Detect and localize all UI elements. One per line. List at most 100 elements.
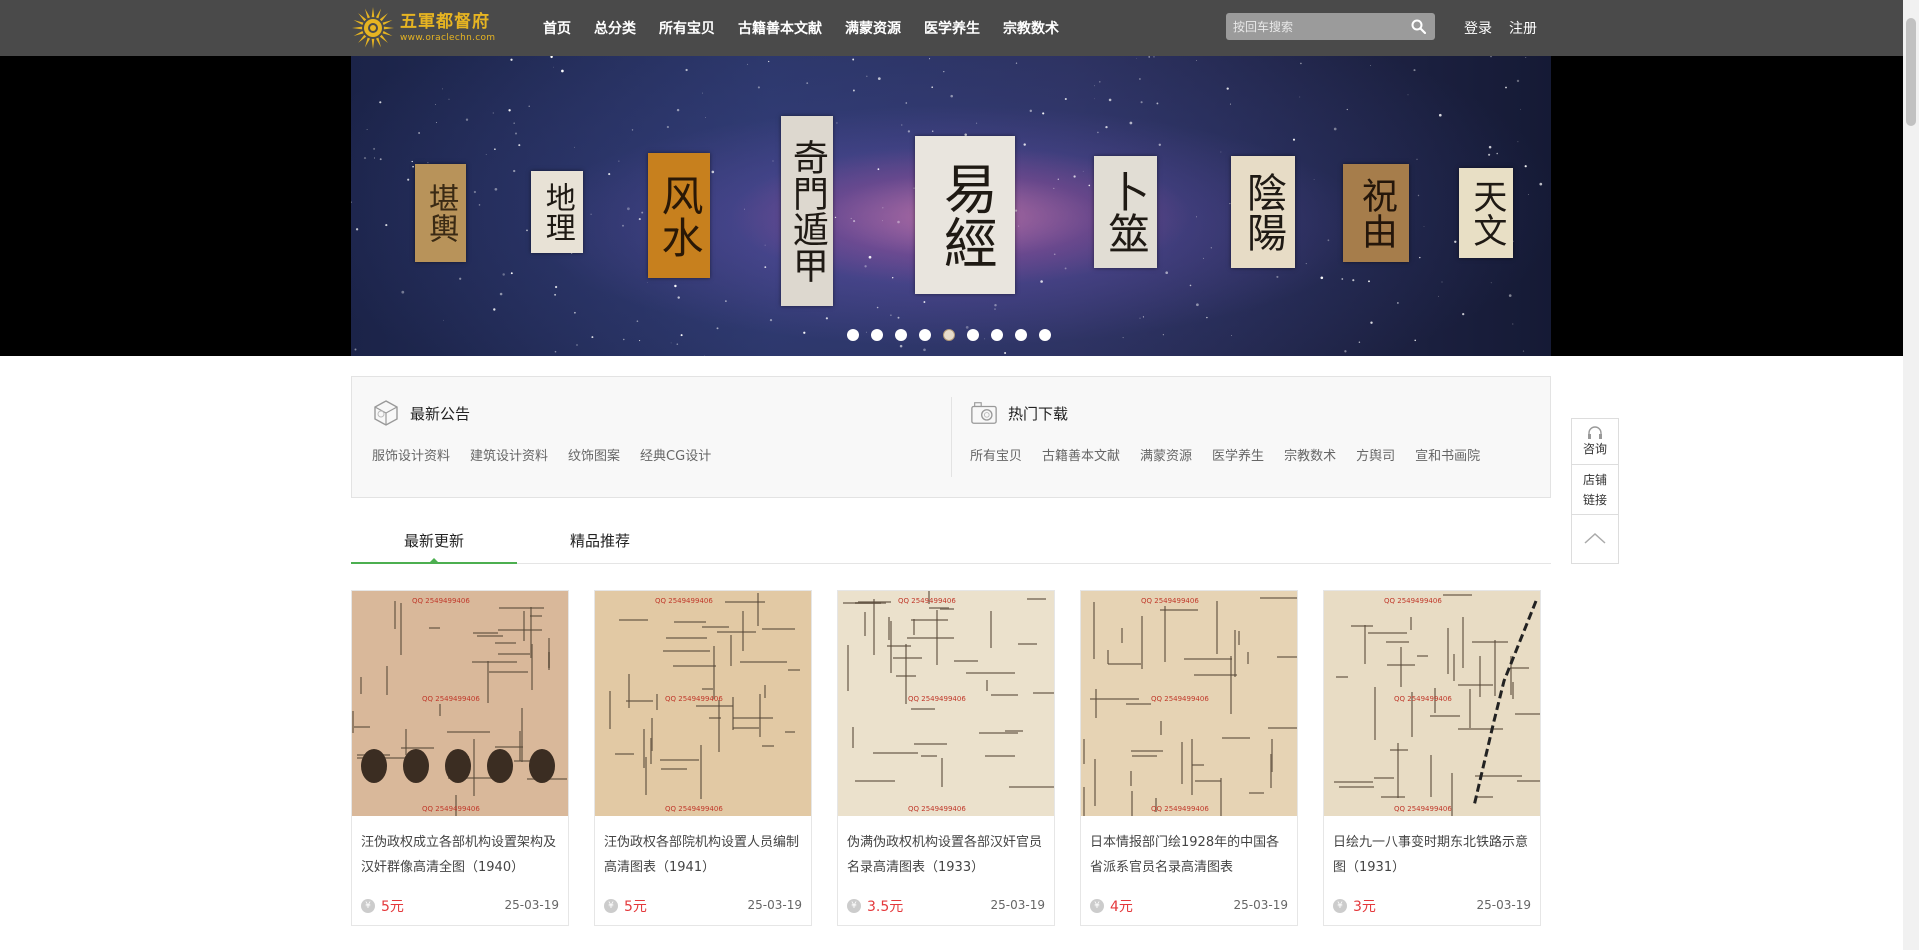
- banner-tile: 易經: [915, 136, 1015, 294]
- banner-tile: 陰陽: [1231, 156, 1295, 268]
- notice-link[interactable]: 服饰设计资料: [372, 445, 450, 464]
- banner-tile: 卜筮: [1094, 156, 1157, 268]
- watermark-text: QQ 2549499406: [665, 695, 723, 703]
- watermark-text: QQ 2549499406: [908, 805, 966, 813]
- shop-link-button[interactable]: 店铺 链接: [1572, 465, 1618, 515]
- product-card[interactable]: QQ 2549499406 QQ 2549499406 QQ 2549499406 …: [1080, 590, 1298, 926]
- nav-religion[interactable]: 宗教数术: [1003, 18, 1059, 38]
- hot-link[interactable]: 宗教数术: [1284, 445, 1336, 464]
- banner-carousel[interactable]: 堪輿 地理 风水 奇門遁甲 易經 卜筮 陰陽 祝由 天文: [351, 56, 1551, 356]
- chevron-up-icon: [1584, 532, 1606, 544]
- watermark-text: QQ 2549499406: [412, 597, 470, 605]
- nav-manchu-mongol[interactable]: 满蒙资源: [845, 18, 901, 38]
- consult-button[interactable]: 咨询: [1572, 419, 1618, 465]
- hot-link[interactable]: 医学养生: [1212, 445, 1264, 464]
- carousel-dot[interactable]: [943, 329, 955, 341]
- product-price: 4元: [1110, 899, 1133, 915]
- notice-link[interactable]: 经典CG设计: [640, 445, 711, 464]
- watermark-text: QQ 2549499406: [898, 597, 956, 605]
- product-title[interactable]: 日绘九一八事变时期东北铁路示意图（1931）: [1333, 830, 1533, 880]
- product-card[interactable]: QQ 2549499406 QQ 2549499406 QQ 2549499406 …: [1323, 590, 1541, 926]
- tab-featured[interactable]: 精品推荐: [517, 526, 683, 564]
- banner-tile: 祝由: [1343, 164, 1409, 262]
- product-thumbnail[interactable]: QQ 2549499406 QQ 2549499406 QQ 2549499406: [352, 591, 568, 816]
- site-logo[interactable]: 五軍都督府 www.oraclechn.com: [350, 4, 510, 52]
- cube-icon: [374, 400, 398, 426]
- product-price: 5元: [381, 899, 404, 915]
- notice-link[interactable]: 纹饰图案: [568, 445, 620, 464]
- product-card[interactable]: QQ 2549499406 QQ 2549499406 QQ 2549499406 …: [351, 590, 569, 926]
- hot-link[interactable]: 方舆司: [1356, 445, 1395, 464]
- carousel-dot[interactable]: [919, 329, 931, 341]
- nav-medicine[interactable]: 医学养生: [924, 18, 980, 38]
- sun-logo-icon: [352, 7, 394, 49]
- scrollbar-thumb[interactable]: [1906, 18, 1916, 126]
- product-title[interactable]: 日本情报部门绘1928年的中国各省派系官员名录高清图表: [1090, 830, 1290, 880]
- product-thumbnail[interactable]: QQ 2549499406 QQ 2549499406 QQ 2549499406: [1081, 591, 1297, 816]
- carousel-dot[interactable]: [871, 329, 883, 341]
- product-date: 25-03-19: [747, 898, 802, 912]
- product-grid: QQ 2549499406 QQ 2549499406 QQ 2549499406 …: [351, 590, 1551, 930]
- notice-panel: 最新公告 服饰设计资料 建筑设计资料 纹饰图案 经典CG设计 热门下载 所有宝贝…: [351, 376, 1551, 498]
- hot-link[interactable]: 宣和书画院: [1415, 445, 1480, 464]
- product-title[interactable]: 汪伪政权成立各部机构设置架构及汉奸群像高清全图（1940）: [361, 830, 561, 880]
- document-scan-image: QQ 2549499406 QQ 2549499406 QQ 2549499406: [1081, 591, 1297, 816]
- watermark-text: QQ 2549499406: [908, 695, 966, 703]
- document-scan-image: QQ 2549499406 QQ 2549499406 QQ 2549499406: [1324, 591, 1540, 816]
- tab-latest-updates[interactable]: 最新更新: [351, 526, 517, 564]
- carousel-dot[interactable]: [991, 329, 1003, 341]
- register-link[interactable]: 注册: [1509, 18, 1537, 38]
- product-card[interactable]: QQ 2549499406 QQ 2549499406 QQ 2549499406 …: [837, 590, 1055, 926]
- hot-link[interactable]: 所有宝贝: [970, 445, 1022, 464]
- watermark-text: QQ 2549499406: [1141, 597, 1199, 605]
- product-date: 25-03-19: [990, 898, 1045, 912]
- camera-icon: [971, 402, 997, 424]
- document-scan-image: QQ 2549499406 QQ 2549499406 QQ 2549499406: [352, 591, 568, 816]
- nav-ancient-books[interactable]: 古籍善本文献: [738, 18, 822, 38]
- search-input[interactable]: [1226, 13, 1401, 40]
- carousel-dot[interactable]: [895, 329, 907, 341]
- page-scrollbar[interactable]: [1903, 0, 1919, 950]
- carousel-dot[interactable]: [1039, 329, 1051, 341]
- product-card[interactable]: QQ 2549499406 QQ 2549499406 QQ 2549499406 …: [594, 590, 812, 926]
- banner-tile: 奇門遁甲: [781, 116, 833, 306]
- product-title[interactable]: 汪伪政权各部院机构设置人员编制高清图表（1941）: [604, 830, 804, 880]
- watermark-text: QQ 2549499406: [1384, 597, 1442, 605]
- carousel-dot[interactable]: [847, 329, 859, 341]
- search-box: [1226, 13, 1435, 40]
- logo-title: 五軍都督府: [400, 12, 490, 32]
- login-link[interactable]: 登录: [1464, 18, 1492, 38]
- banner-tile: 地理: [531, 171, 583, 253]
- yen-icon: ¥: [847, 899, 861, 913]
- hot-link[interactable]: 满蒙资源: [1140, 445, 1192, 464]
- watermark-text: QQ 2549499406: [1151, 695, 1209, 703]
- banner-tile: 堪輿: [415, 164, 466, 262]
- hot-link[interactable]: 古籍善本文献: [1042, 445, 1120, 464]
- nav-all-items[interactable]: 所有宝贝: [659, 18, 715, 38]
- yen-icon: ¥: [604, 899, 618, 913]
- watermark-text: QQ 2549499406: [1394, 695, 1452, 703]
- nav-all-categories[interactable]: 总分类: [594, 18, 636, 38]
- watermark-text: QQ 2549499406: [665, 805, 723, 813]
- carousel-dot[interactable]: [1015, 329, 1027, 341]
- main-nav: 首页 总分类 所有宝贝 古籍善本文献 满蒙资源 医学养生 宗教数术: [543, 0, 1082, 56]
- carousel-dot[interactable]: [967, 329, 979, 341]
- product-date: 25-03-19: [504, 898, 559, 912]
- notice-link[interactable]: 建筑设计资料: [470, 445, 548, 464]
- product-title[interactable]: 伪满伪政权机构设置各部汉奸官员名录高清图表（1933）: [847, 830, 1047, 880]
- product-tabs: 最新更新 精品推荐: [351, 526, 1551, 564]
- back-to-top-button[interactable]: [1572, 515, 1618, 561]
- banner-tile: 风水: [648, 153, 710, 278]
- hot-downloads-title: 热门下载: [1008, 404, 1069, 423]
- document-scan-image: QQ 2549499406 QQ 2549499406 QQ 2549499406: [838, 591, 1054, 816]
- product-thumbnail[interactable]: QQ 2549499406 QQ 2549499406 QQ 2549499406: [595, 591, 811, 816]
- document-scan-image: QQ 2549499406 QQ 2549499406 QQ 2549499406: [595, 591, 811, 816]
- banner-area: 堪輿 地理 风水 奇門遁甲 易經 卜筮 陰陽 祝由 天文: [0, 56, 1903, 356]
- nav-home[interactable]: 首页: [543, 18, 571, 38]
- search-icon[interactable]: [1411, 19, 1426, 34]
- watermark-text: QQ 2549499406: [422, 805, 480, 813]
- consult-label: 咨询: [1582, 442, 1607, 456]
- product-thumbnail[interactable]: QQ 2549499406 QQ 2549499406 QQ 2549499406: [1324, 591, 1540, 816]
- product-price: 3元: [1353, 899, 1376, 915]
- product-thumbnail[interactable]: QQ 2549499406 QQ 2549499406 QQ 2549499406: [838, 591, 1054, 816]
